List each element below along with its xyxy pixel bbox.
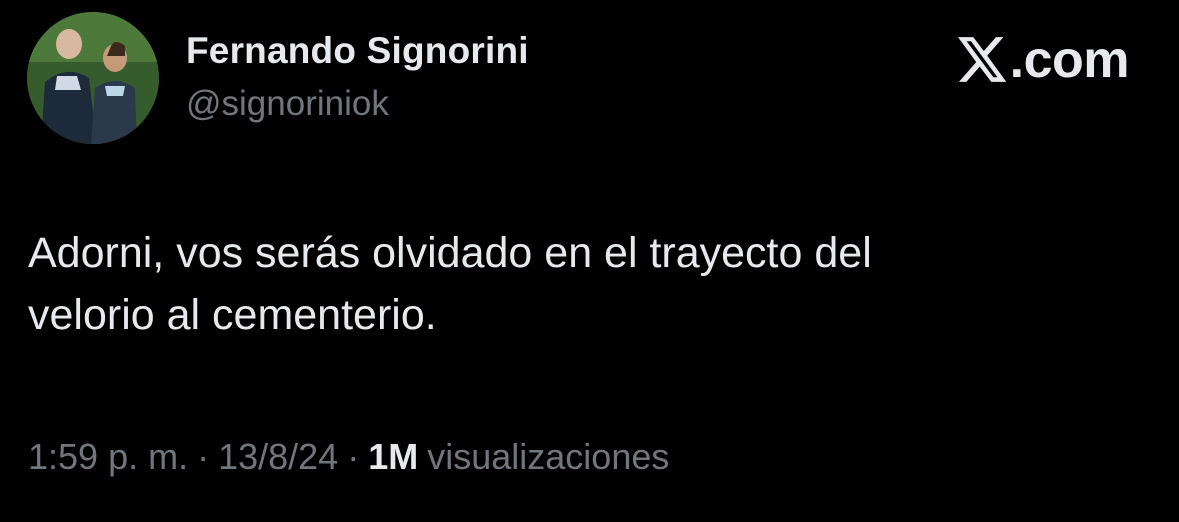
brand-watermark: .com bbox=[957, 31, 1130, 89]
tweet-text: Adorni, vos serás olvidado en el trayect… bbox=[28, 222, 1148, 346]
brand-domain-text: .com bbox=[1009, 31, 1130, 89]
author-handle[interactable]: @signoriniok bbox=[186, 84, 389, 124]
meta-separator: · bbox=[197, 436, 210, 477]
tweet-text-line: velorio al cementerio. bbox=[28, 291, 437, 339]
author-name[interactable]: Fernando Signorini bbox=[186, 30, 529, 72]
tweet-card: Fernando Signorini @signoriniok .com Ado… bbox=[0, 0, 1179, 522]
tweet-time[interactable]: 1:59 p. m. bbox=[28, 436, 188, 478]
views-count[interactable]: 1M bbox=[368, 436, 418, 478]
views-label: visualizaciones bbox=[427, 436, 670, 477]
tweet-metadata: 1:59 p. m. · 13/8/24 · 1M visualizacione… bbox=[28, 436, 669, 478]
tweet-date[interactable]: 13/8/24 bbox=[218, 436, 338, 478]
avatar[interactable] bbox=[27, 12, 159, 144]
x-logo-icon bbox=[957, 37, 1006, 82]
avatar-photo-icon bbox=[27, 12, 159, 144]
meta-separator: · bbox=[347, 436, 360, 477]
tweet-text-line: Adorni, vos serás olvidado en el trayect… bbox=[28, 229, 872, 277]
